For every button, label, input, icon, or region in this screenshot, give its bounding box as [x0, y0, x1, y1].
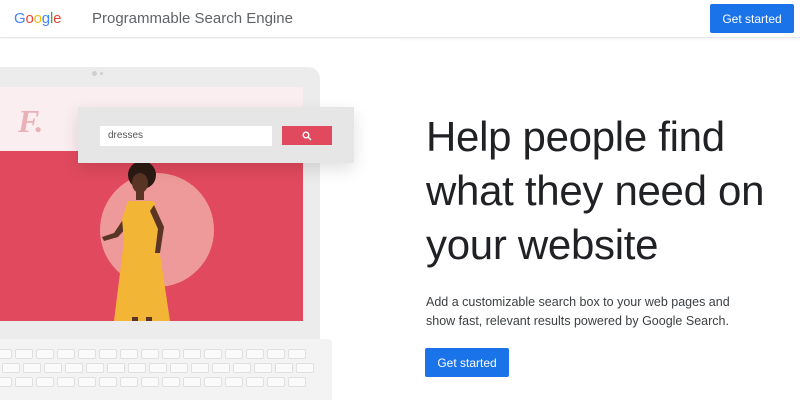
demo-search-box: dresses	[78, 107, 354, 163]
search-icon	[302, 131, 312, 140]
product-name: Programmable Search Engine	[92, 10, 293, 27]
header-get-started-button[interactable]: Get started	[710, 4, 794, 33]
hero-illustration: F.	[0, 39, 400, 400]
key-row	[0, 349, 306, 359]
google-logo[interactable]: Google	[14, 10, 61, 27]
hero-description: Add a customizable search box to your we…	[426, 295, 730, 328]
demo-search-button	[282, 126, 332, 145]
key-row	[0, 377, 306, 387]
key-row	[2, 363, 314, 373]
laptop-keyboard	[0, 339, 332, 400]
store-logo: F.	[18, 103, 44, 139]
model-figure	[102, 161, 170, 321]
demo-search-input: dresses	[100, 126, 272, 146]
camera-dot	[100, 72, 103, 75]
hero-headline: Help people find what they need on your …	[426, 113, 765, 268]
hero-get-started-button[interactable]: Get started	[425, 348, 509, 377]
camera-dot	[92, 71, 97, 76]
top-bar: Google Programmable Search Engine Get st…	[0, 0, 800, 38]
